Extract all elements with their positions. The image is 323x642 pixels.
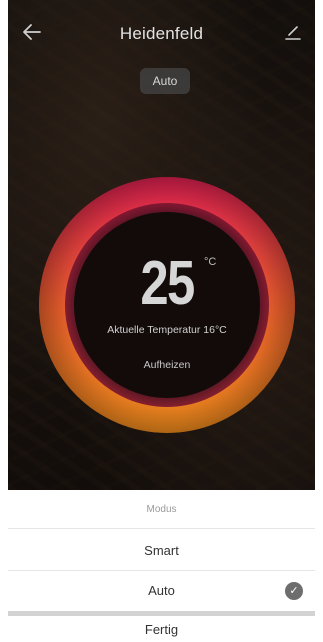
checkmark-circle-icon: ✓ [285, 582, 303, 600]
target-temperature: 25 [140, 249, 195, 318]
top-bar: Heidenfeld [8, 14, 315, 54]
mode-option-auto[interactable]: Auto ✓ [8, 572, 315, 610]
divider [8, 570, 315, 571]
temperature-dial[interactable]: 25 °C Aktuelle Temperatur 16°C Aufheizen [38, 176, 296, 434]
mode-option-label: Smart [144, 543, 179, 558]
divider [8, 528, 315, 529]
mode-option-label: Auto [148, 583, 175, 598]
mode-bottom-sheet: Modus Smart Auto ✓ Fertig [0, 490, 323, 642]
done-button[interactable]: Fertig [8, 618, 315, 642]
edit-button[interactable] [281, 20, 305, 44]
sheet-separator [8, 611, 315, 616]
sheet-title: Modus [146, 504, 177, 515]
current-temperature: Aktuelle Temperatur 16°C [107, 324, 227, 336]
edit-icon [285, 26, 301, 40]
mode-pill[interactable]: Auto [140, 68, 190, 94]
thermostat-screen: Heidenfeld Auto 25 °C Aktuelle Temperatu… [8, 0, 315, 490]
page-title: Heidenfeld [119, 24, 204, 43]
temperature-unit: °C [204, 256, 217, 268]
mode-option-smart[interactable]: Smart [8, 532, 315, 570]
heating-status: Aufheizen [143, 359, 191, 371]
